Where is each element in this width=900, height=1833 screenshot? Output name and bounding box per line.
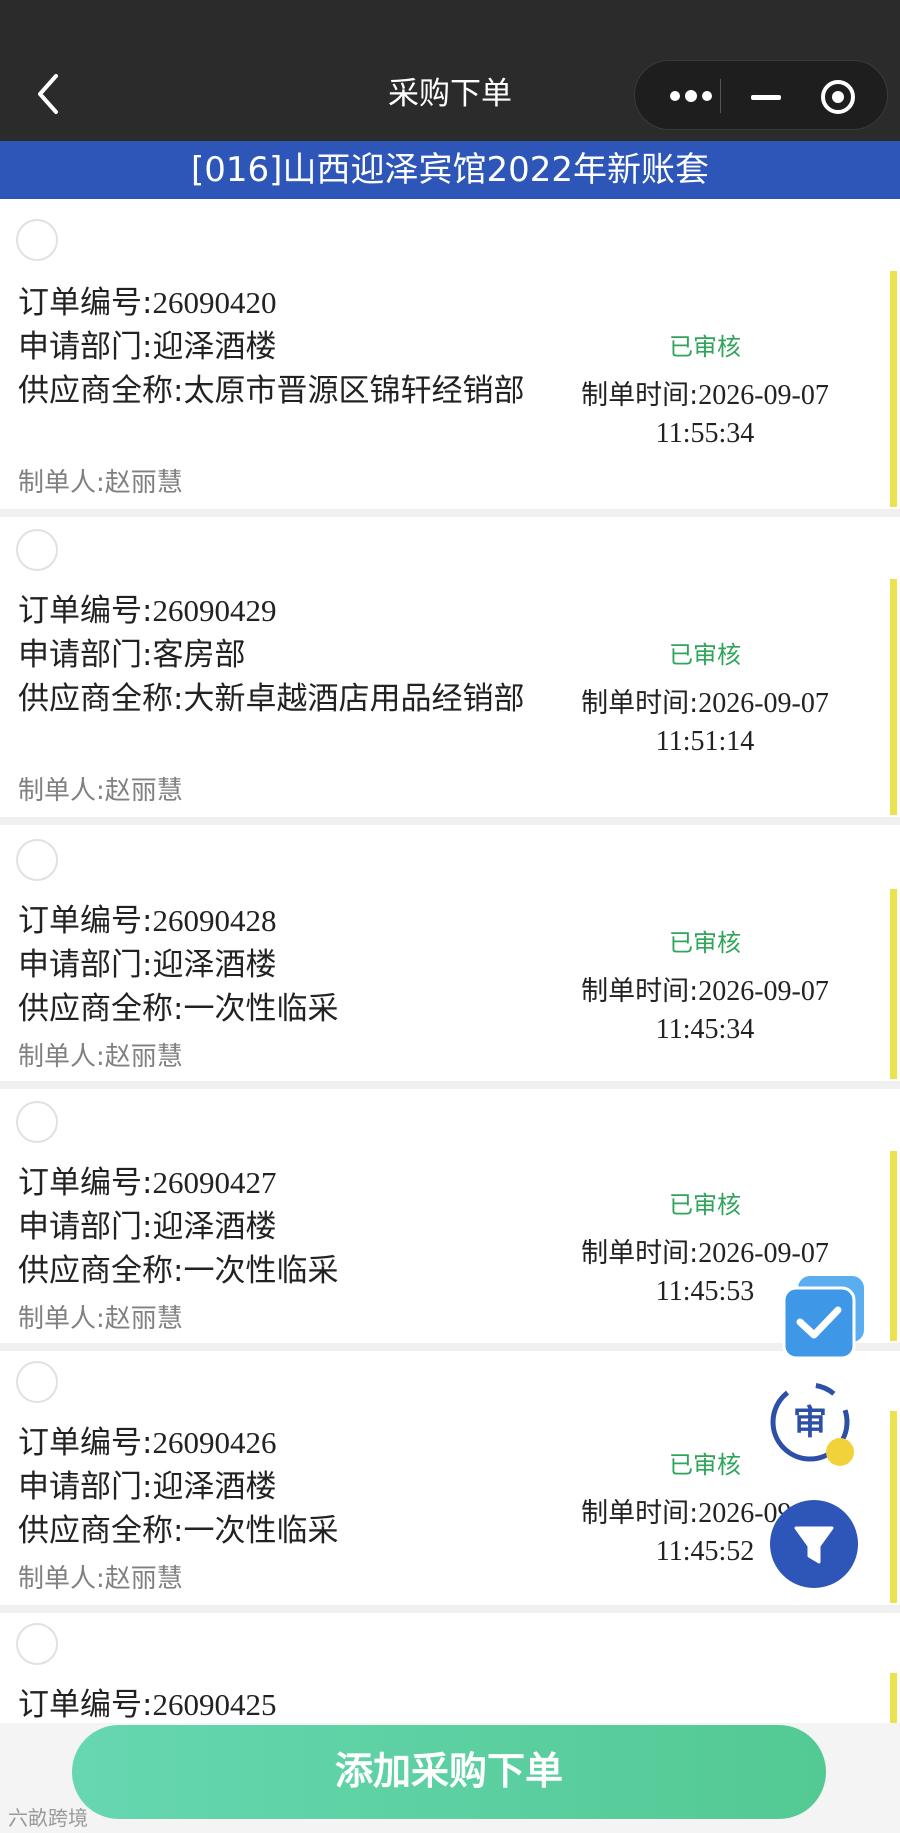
review-button[interactable]: 审 [768,1380,860,1472]
maker: 制单人:赵丽慧 [18,1564,183,1594]
divider [0,1343,900,1351]
order-number: 订单编号:26090429 [18,593,277,629]
maker: 制单人:赵丽慧 [18,468,183,498]
status-accent-bar [890,579,897,815]
status-accent-bar [890,1151,897,1341]
status-badge: 已审核 [669,1191,741,1219]
select-radio[interactable] [16,529,58,571]
department: 申请部门:迎泽酒楼 [18,1209,277,1245]
supplier: 供应商全称:一次性临采 [18,991,339,1027]
minimize-icon[interactable] [743,85,789,109]
status-badge: 已审核 [669,641,741,669]
create-date: 制单时间:2026-09-07 [581,688,829,719]
department: 申请部门:客房部 [18,637,246,673]
select-radio[interactable] [16,1361,58,1403]
divider [0,509,900,517]
supplier: 供应商全称:一次性临采 [18,1513,339,1549]
select-radio[interactable] [16,839,58,881]
review-stamp-icon: 审 [770,1382,854,1466]
maker: 制单人:赵丽慧 [18,1304,183,1334]
order-list[interactable]: 订单编号:26090420 申请部门:迎泽酒楼 供应商全称:太原市晋源区锦轩经销… [0,199,900,1723]
create-time: 11:51:14 [655,726,755,757]
supplier: 供应商全称:太原市晋源区锦轩经销部 [18,373,525,409]
create-date: 制单时间:2026-09-07 [581,1238,829,1269]
select-radio[interactable] [16,1623,58,1665]
select-radio[interactable] [16,219,58,261]
status-badge: 已审核 [669,929,741,957]
department: 申请部门:迎泽酒楼 [18,1469,277,1505]
divider [0,817,900,825]
department: 申请部门:迎泽酒楼 [18,947,277,983]
list-item[interactable]: 订单编号:26090425 [0,1613,900,1723]
department: 申请部门:迎泽酒楼 [18,329,277,365]
list-item[interactable]: 订单编号:26090429 申请部门:客房部 供应商全称:大新卓越酒店用品经销部… [0,517,900,817]
list-item[interactable]: 订单编号:26090420 申请部门:迎泽酒楼 供应商全称:太原市晋源区锦轩经销… [0,199,900,509]
add-purchase-order-button[interactable]: 添加采购下单 [72,1725,826,1819]
list-item[interactable]: 订单编号:26090426 申请部门:迎泽酒楼 供应商全称:一次性临采 制单人:… [0,1351,900,1605]
supplier: 供应商全称:大新卓越酒店用品经销部 [18,681,525,717]
list-item[interactable]: 订单编号:26090427 申请部门:迎泽酒楼 供应商全称:一次性临采 制单人:… [0,1089,900,1343]
divider [0,1081,900,1089]
watermark: 六畝跨境 [8,1806,88,1830]
status-badge: 已审核 [669,333,741,361]
mini-program-capsule [634,60,888,130]
order-number: 订单编号:26090427 [18,1165,277,1201]
select-radio[interactable] [16,1101,58,1143]
order-number: 订单编号:26090420 [18,285,277,321]
review-label: 审 [793,1403,827,1443]
list-item[interactable]: 订单编号:26090428 申请部门:迎泽酒楼 供应商全称:一次性临采 制单人:… [0,825,900,1081]
filter-button[interactable] [770,1500,858,1588]
nav-bar: 采购下单 [0,0,900,141]
capsule-divider [720,79,721,113]
status-accent-bar [890,271,897,507]
create-time: 11:55:34 [655,418,755,449]
supplier: 供应商全称:一次性临采 [18,1253,339,1289]
more-dots-icon[interactable] [661,78,721,114]
order-number: 订单编号:26090428 [18,903,277,939]
maker: 制单人:赵丽慧 [18,776,183,806]
status-accent-bar [890,1673,897,1723]
create-date: 制单时间:2026-09-07 [581,380,829,411]
status-accent-bar [890,889,897,1079]
create-date: 制单时间:2026-09-07 [581,976,829,1007]
order-number: 订单编号:26090425 [18,1687,277,1723]
maker: 制单人:赵丽慧 [18,1042,183,1072]
status-accent-bar [890,1411,897,1603]
close-target-icon[interactable] [819,78,857,116]
order-number: 订单编号:26090426 [18,1425,277,1461]
account-banner: [016]山西迎泽宾馆2022年新账套 [0,141,900,199]
create-time: 11:45:34 [655,1014,755,1045]
filter-funnel-icon [794,1526,834,1564]
divider [0,1605,900,1613]
checkbox-stack-icon[interactable] [780,1272,870,1362]
